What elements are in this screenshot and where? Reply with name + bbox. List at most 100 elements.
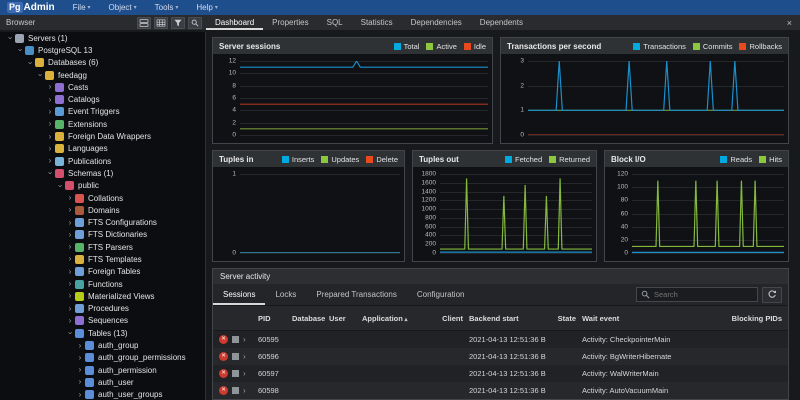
legend-item-active[interactable]: Active (426, 42, 456, 51)
legend-item-reads[interactable]: Reads (720, 155, 752, 164)
tree-item-procedures[interactable]: ›Procedures (0, 303, 205, 315)
tree-item-fts-dictionaries[interactable]: ›FTS Dictionaries (0, 229, 205, 241)
tree-item-sequences[interactable]: ›Sequences (0, 315, 205, 327)
collapse-arrow-icon[interactable]: › (36, 70, 44, 80)
expand-arrow-icon[interactable]: › (65, 317, 75, 325)
column-header-user[interactable]: User (326, 314, 359, 323)
collapse-arrow-icon[interactable]: › (56, 181, 64, 191)
menu-file[interactable]: File▾ (73, 3, 91, 12)
session-row-60597[interactable]: ✕›605972021-04-13 12:51:36 BSTActivity: … (213, 365, 788, 382)
tree-item-feedagg[interactable]: ›feedagg (0, 69, 205, 81)
expand-arrow-icon[interactable]: › (45, 108, 55, 116)
tree-item-extensions[interactable]: ›Extensions (0, 118, 205, 130)
expand-arrow-icon[interactable]: › (75, 391, 85, 399)
terminate-session-icon[interactable]: ✕ (219, 352, 228, 361)
tree-item-fts-parsers[interactable]: ›FTS Parsers (0, 241, 205, 253)
tree-item-casts[interactable]: ›Casts (0, 81, 205, 93)
tree-item-public[interactable]: ›public (0, 180, 205, 192)
session-row-60595[interactable]: ✕›605952021-04-13 12:51:36 BSTActivity: … (213, 331, 788, 348)
server-icon-button[interactable] (137, 17, 151, 29)
legend-item-hits[interactable]: Hits (759, 155, 782, 164)
terminate-session-icon[interactable]: ✕ (219, 369, 228, 378)
tree-item-schemas-1-[interactable]: ›Schemas (1) (0, 167, 205, 179)
collapse-arrow-icon[interactable]: › (16, 45, 24, 55)
tree-item-languages[interactable]: ›Languages (0, 143, 205, 155)
legend-item-delete[interactable]: Delete (366, 155, 398, 164)
tree-item-catalogs[interactable]: ›Catalogs (0, 93, 205, 105)
cancel-query-icon[interactable] (232, 387, 239, 394)
session-row-60598[interactable]: ✕›605982021-04-13 12:51:36 BSTActivity: … (213, 382, 788, 399)
legend-item-fetched[interactable]: Fetched (505, 155, 542, 164)
expand-arrow-icon[interactable]: › (45, 120, 55, 128)
activity-tab-prepared-transactions[interactable]: Prepared Transactions (306, 284, 407, 305)
column-header-state[interactable]: State (546, 314, 579, 323)
expand-arrow-icon[interactable]: › (45, 145, 55, 153)
tree-item-domains[interactable]: ›Domains (0, 204, 205, 216)
column-header-wait_event[interactable]: Wait event (579, 314, 679, 323)
activity-tab-locks[interactable]: Locks (265, 284, 306, 305)
cancel-query-icon[interactable] (232, 336, 239, 343)
expand-arrow-icon[interactable]: › (45, 133, 55, 141)
tree-item-foreign-data-wrappers[interactable]: ›Foreign Data Wrappers (0, 130, 205, 142)
tree-item-collations[interactable]: ›Collations (0, 192, 205, 204)
expand-arrow-icon[interactable]: › (75, 354, 85, 362)
row-expand-icon[interactable]: › (243, 336, 246, 344)
tree-item-servers-1-[interactable]: ›Servers (1) (0, 32, 205, 44)
column-header-database[interactable]: Database (289, 314, 326, 323)
tree-item-auth-group-permissions[interactable]: ›auth_group_permissions (0, 352, 205, 364)
legend-item-rollbacks[interactable]: Rollbacks (739, 42, 782, 51)
refresh-button[interactable] (762, 287, 782, 303)
tree-item-tables-13-[interactable]: ›Tables (13) (0, 327, 205, 339)
expand-arrow-icon[interactable]: › (65, 243, 75, 251)
column-header-pid[interactable]: PID (255, 314, 289, 323)
tab-dependencies[interactable]: Dependencies (402, 15, 471, 30)
close-icon[interactable]: × (779, 15, 800, 30)
collapse-arrow-icon[interactable]: › (66, 328, 74, 338)
tab-sql[interactable]: SQL (318, 15, 352, 30)
row-expand-icon[interactable]: › (243, 353, 246, 361)
row-expand-icon[interactable]: › (243, 387, 246, 395)
tree-item-event-triggers[interactable]: ›Event Triggers (0, 106, 205, 118)
collapse-arrow-icon[interactable]: › (26, 58, 34, 68)
legend-item-idle[interactable]: Idle (464, 42, 486, 51)
expand-arrow-icon[interactable]: › (75, 378, 85, 386)
expand-arrow-icon[interactable]: › (65, 292, 75, 300)
expand-arrow-icon[interactable]: › (65, 206, 75, 214)
legend-item-updates[interactable]: Updates (321, 155, 359, 164)
tree-item-auth-group[interactable]: ›auth_group (0, 339, 205, 351)
legend-item-inserts[interactable]: Inserts (282, 155, 315, 164)
expand-arrow-icon[interactable]: › (65, 255, 75, 263)
expand-arrow-icon[interactable]: › (65, 194, 75, 202)
terminate-session-icon[interactable]: ✕ (219, 335, 228, 344)
tab-statistics[interactable]: Statistics (352, 15, 402, 30)
tab-dependents[interactable]: Dependents (471, 15, 532, 30)
expand-arrow-icon[interactable]: › (45, 157, 55, 165)
expand-arrow-icon[interactable]: › (65, 280, 75, 288)
menu-tools[interactable]: Tools▾ (155, 3, 179, 12)
menu-help[interactable]: Help▾ (196, 3, 217, 12)
tab-dashboard[interactable]: Dashboard (206, 15, 263, 30)
legend-item-commits[interactable]: Commits (693, 42, 733, 51)
tree-item-functions[interactable]: ›Functions (0, 278, 205, 290)
search-input[interactable] (654, 290, 753, 299)
tree-item-auth-user-groups[interactable]: ›auth_user_groups (0, 389, 205, 400)
tree-item-foreign-tables[interactable]: ›Foreign Tables (0, 266, 205, 278)
terminate-session-icon[interactable]: ✕ (219, 386, 228, 395)
legend-item-transactions[interactable]: Transactions (633, 42, 686, 51)
tree-item-publications[interactable]: ›Publications (0, 155, 205, 167)
session-row-60596[interactable]: ✕›605962021-04-13 12:51:36 BSTActivity: … (213, 348, 788, 365)
filter-icon-button[interactable] (171, 17, 185, 29)
activity-tab-configuration[interactable]: Configuration (407, 284, 475, 305)
expand-arrow-icon[interactable]: › (75, 366, 85, 374)
row-expand-icon[interactable]: › (243, 370, 246, 378)
column-header-blocking_pids[interactable]: Blocking PIDs (679, 314, 788, 323)
cancel-query-icon[interactable] (232, 353, 239, 360)
tree-item-fts-configurations[interactable]: ›FTS Configurations (0, 216, 205, 228)
column-header-application[interactable]: Application ▴ (359, 314, 436, 323)
tree-item-auth-permission[interactable]: ›auth_permission (0, 364, 205, 376)
column-header-backend_start[interactable]: Backend start (466, 314, 546, 323)
expand-arrow-icon[interactable]: › (45, 83, 55, 91)
cancel-query-icon[interactable] (232, 370, 239, 377)
expand-arrow-icon[interactable]: › (65, 268, 75, 276)
legend-item-returned[interactable]: Returned (549, 155, 590, 164)
